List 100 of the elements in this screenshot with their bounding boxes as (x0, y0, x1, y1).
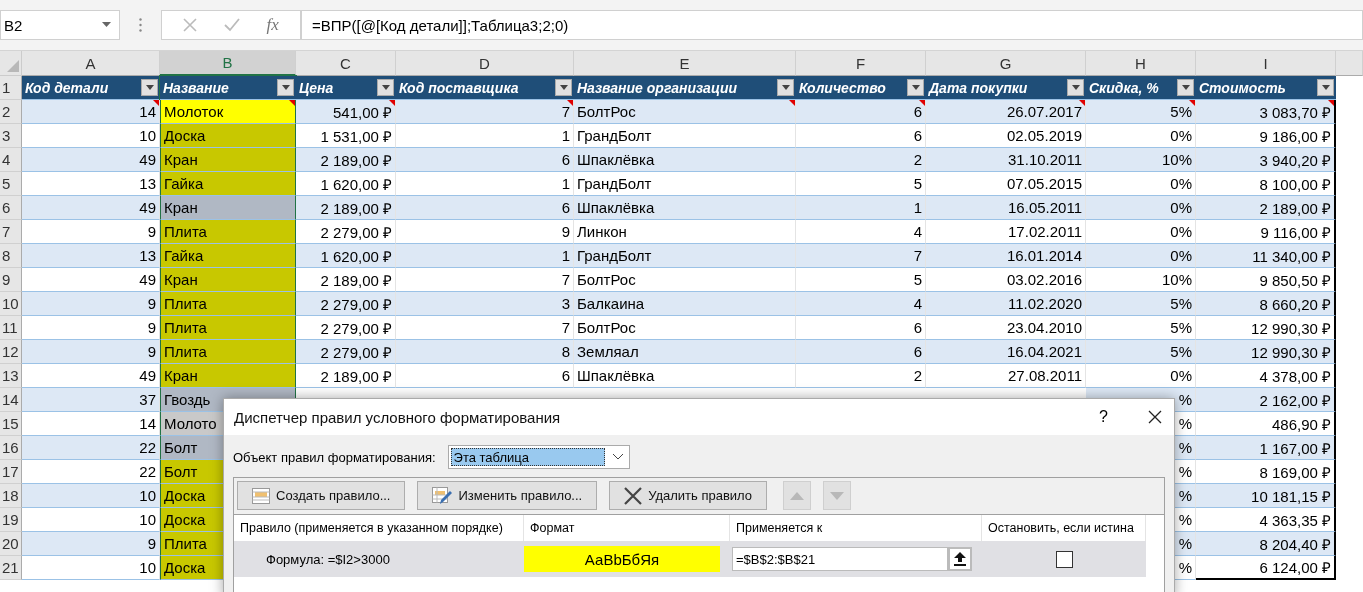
table-cell: 6 (396, 364, 574, 388)
filter-button[interactable] (141, 79, 158, 96)
row-number[interactable]: 20 (0, 532, 22, 556)
table-cell: 2 189,00 ₽ (296, 364, 396, 388)
column-title: Название (163, 79, 229, 96)
insert-function-button[interactable]: fx (266, 15, 279, 35)
name-box[interactable]: B2 (0, 10, 120, 40)
row-number[interactable]: 17 (0, 460, 22, 484)
table-cell: Шпаклёвка (574, 364, 796, 388)
row-number[interactable]: 10 (0, 292, 22, 316)
table-cell: 49 (22, 148, 160, 172)
row-number[interactable]: 9 (0, 268, 22, 292)
table-cell: 4 (796, 292, 926, 316)
table-icon (252, 487, 270, 504)
row-number[interactable]: 7 (0, 220, 22, 244)
table-cell: 1 167,00 ₽ (1196, 436, 1336, 460)
table-cell: Плита (160, 316, 296, 340)
scope-dropdown[interactable]: Эта таблица (447, 445, 630, 469)
table-cell: 7 (796, 244, 926, 268)
table-cell: 7 (396, 100, 574, 124)
table-cell: 5% (1086, 292, 1196, 316)
column-title: Название организации (577, 79, 738, 96)
row-number[interactable]: 4 (0, 148, 22, 172)
rule-button[interactable]: Изменить правило... (417, 481, 598, 510)
column-title: Цена (299, 79, 334, 96)
table-cell: Плита (160, 292, 296, 316)
table-cell: 8 204,40 ₽ (1196, 532, 1336, 556)
filter-button[interactable] (777, 79, 794, 96)
row-number[interactable]: 15 (0, 412, 22, 436)
row-number[interactable]: 18 (0, 484, 22, 508)
table-cell: Шпаклёвка (574, 148, 796, 172)
table-cell: 16.04.2021 (926, 340, 1086, 364)
close-icon[interactable] (1148, 410, 1162, 424)
table-cell: Гайка (160, 244, 296, 268)
row-number[interactable]: 12 (0, 340, 22, 364)
table-cell: 16.05.2011 (926, 196, 1086, 220)
table-cell: Молоток (160, 100, 296, 124)
row-number[interactable]: 1 (0, 76, 22, 100)
table-cell: 0% (1086, 244, 1196, 268)
row-number[interactable]: 16 (0, 436, 22, 460)
table-cell: 2 189,00 ₽ (296, 148, 396, 172)
filter-button[interactable] (1317, 79, 1334, 96)
table-cell: 2 189,00 ₽ (296, 196, 396, 220)
filter-button[interactable] (377, 79, 394, 96)
table-cell: Кран (160, 364, 296, 388)
collapse-button[interactable] (948, 547, 972, 571)
column-header[interactable]: B (160, 51, 296, 76)
table-cell: 3 940,20 ₽ (1196, 148, 1336, 172)
table-cell: 1 (796, 196, 926, 220)
filter-button[interactable] (1177, 79, 1194, 96)
table-cell: 3 (396, 292, 574, 316)
rule-button[interactable]: Создать правило... (237, 481, 406, 510)
table-cell: 2 189,00 ₽ (1196, 196, 1336, 220)
row-number[interactable]: 2 (0, 100, 22, 124)
table-cell: 26.07.2017 (926, 100, 1086, 124)
table-cell: 13 (22, 244, 160, 268)
table-cell: Гайка (160, 172, 296, 196)
table-cell: Земляал (574, 340, 796, 364)
row-number[interactable]: 6 (0, 196, 22, 220)
table-cell: 9 (22, 532, 160, 556)
column-title: Код детали (25, 79, 109, 96)
table-cell: 541,00 ₽ (296, 100, 396, 124)
table-cell: 9 (22, 292, 160, 316)
row-number[interactable]: 19 (0, 508, 22, 532)
filter-button[interactable] (1067, 79, 1084, 96)
filter-button[interactable] (555, 79, 572, 96)
table-cell: 9 (22, 340, 160, 364)
rule-button[interactable]: Удалить правило (609, 481, 768, 510)
column-title: Скидка, % (1089, 79, 1159, 96)
row-number[interactable]: 11 (0, 316, 22, 340)
row-number[interactable]: 3 (0, 124, 22, 148)
table-cell: Кран (160, 148, 296, 172)
table-cell: 8 660,20 ₽ (1196, 292, 1336, 316)
check-icon[interactable] (223, 18, 240, 32)
table-cell: 5% (1086, 100, 1196, 124)
table-cell: 11.02.2020 (926, 292, 1086, 316)
column-title: Количество (799, 79, 886, 96)
row-number[interactable]: 5 (0, 172, 22, 196)
table-cell: 5% (1086, 340, 1196, 364)
chevron-down-icon[interactable] (611, 453, 624, 460)
table-cell: Балкаина (574, 292, 796, 316)
table-cell: 6 (796, 100, 926, 124)
row-number[interactable]: 13 (0, 364, 22, 388)
range-field[interactable]: =$B$2:$B$21 (732, 547, 948, 571)
table-cell: 1 (396, 244, 574, 268)
filter-button[interactable] (907, 79, 924, 96)
row-number[interactable]: 21 (0, 556, 22, 580)
triangle-down-icon (830, 491, 845, 500)
table-cell: 31.10.2011 (926, 148, 1086, 172)
formula-field[interactable]: =ВПР([@[Код детали]];Таблица3;2;0) (301, 10, 1363, 40)
row-number[interactable]: 8 (0, 244, 22, 268)
table-cell: Кран (160, 268, 296, 292)
filter-button[interactable] (277, 79, 294, 96)
table-cell: 0% (1086, 196, 1196, 220)
cross-icon (624, 486, 643, 505)
checkbox[interactable] (1055, 550, 1073, 568)
row-number[interactable]: 14 (0, 388, 22, 412)
grip-icon (139, 18, 142, 32)
table-cell: Плита (160, 220, 296, 244)
table-cell: 22 (22, 436, 160, 460)
